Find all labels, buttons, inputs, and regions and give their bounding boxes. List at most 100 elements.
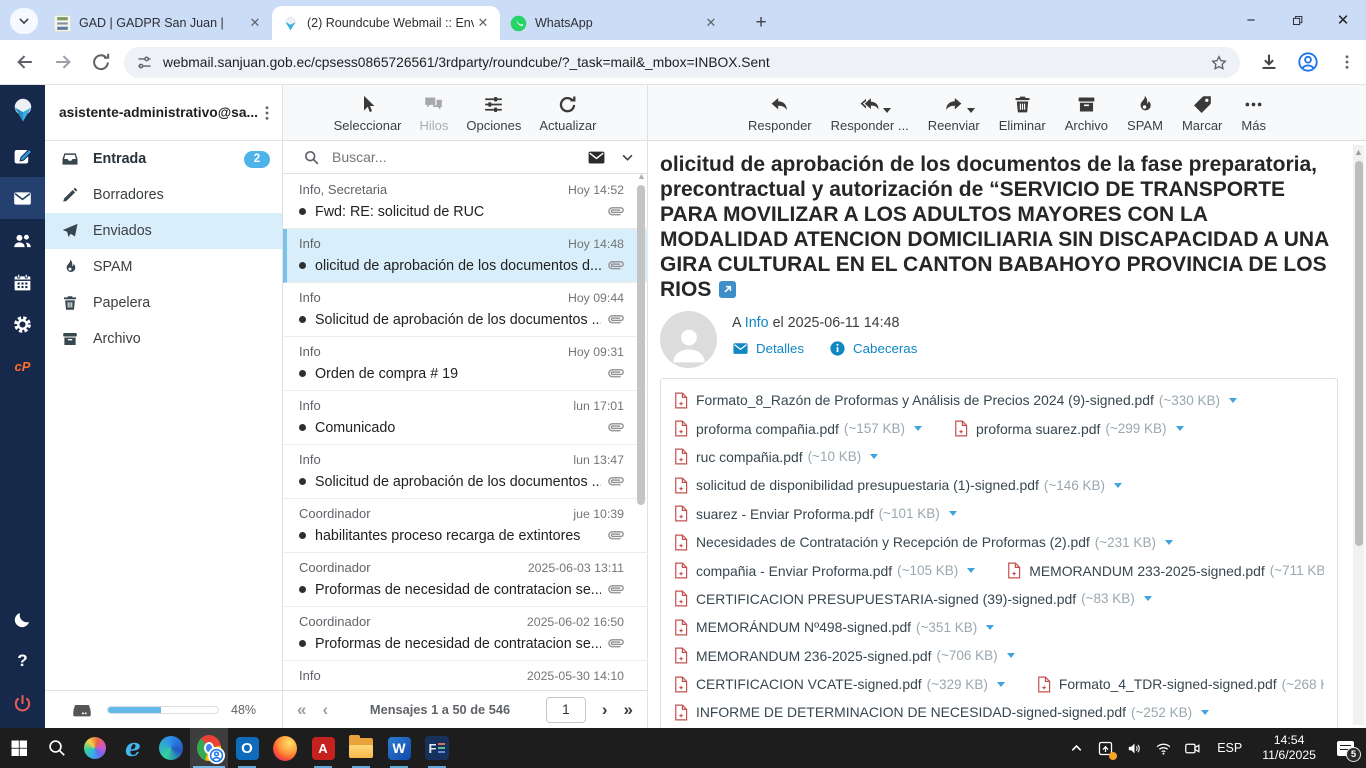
dropdown-caret-icon[interactable] — [883, 107, 892, 113]
attachment-menu-caret-icon[interactable] — [967, 568, 976, 574]
message-row[interactable]: Coordinador 2025-06-03 13:11 Proformas de … — [283, 553, 648, 607]
taskbar-taskbar-search[interactable] — [38, 728, 76, 768]
attachment-file[interactable]: CERTIFICACION VCATE-signed.pdf (~329 KB) — [674, 676, 1005, 693]
sidebar-item-spam[interactable]: SPAM — [45, 249, 282, 285]
sidebar-item-papelera[interactable]: Papelera — [45, 285, 282, 321]
attachment-menu-caret-icon[interactable] — [1143, 596, 1152, 602]
seleccionar-button[interactable]: Seleccionar — [334, 93, 402, 133]
attachment-menu-caret-icon[interactable] — [870, 454, 879, 460]
tab-close-icon[interactable]: ✕ — [702, 14, 720, 32]
tray-update-icon[interactable] — [1093, 735, 1117, 761]
search-input[interactable] — [332, 149, 587, 165]
tab-close-icon[interactable]: ✕ — [246, 14, 264, 32]
taskbar-firefox[interactable] — [266, 728, 304, 768]
message-row[interactable]: Coordinador 2025-06-02 16:50 Proformas de … — [283, 607, 648, 661]
responder-button[interactable]: Responder ... — [831, 93, 909, 133]
browser-tab[interactable]: (2) Roundcube Webmail :: Envia ✕ — [272, 6, 500, 40]
attachment-file[interactable]: MEMORANDUM 236-2025-signed.pdf (~706 KB) — [674, 647, 1015, 664]
pagination-next-button[interactable]: › — [602, 700, 608, 720]
marcar-button[interactable]: Marcar — [1182, 93, 1222, 133]
restore-button[interactable] — [1274, 0, 1320, 40]
attachment-file[interactable]: solicitud de disponibilidad presupuestar… — [674, 477, 1123, 494]
attachment-file[interactable]: compañia - Enviar Proforma.pdf (~105 KB) — [674, 562, 976, 579]
más-button[interactable]: Más — [1241, 93, 1266, 133]
reenviar-button[interactable]: Reenviar — [928, 93, 980, 133]
taskbar-windows-start[interactable] — [0, 728, 38, 768]
sidebar-item-entrada[interactable]: Entrada 2 — [45, 141, 282, 177]
attachment-file[interactable]: Formato_4_TDR-signed-signed.pdf(~268 KB) — [1037, 676, 1324, 693]
close-button[interactable]: ✕ — [1320, 0, 1366, 40]
browser-tab[interactable]: GAD | GADPR San Juan | ✕ — [44, 6, 272, 40]
browser-menu-icon[interactable] — [1338, 53, 1356, 71]
wifi-icon[interactable] — [1151, 735, 1175, 761]
taskbar-chrome[interactable] — [190, 728, 228, 768]
tab-close-icon[interactable]: ✕ — [474, 14, 492, 32]
actualizar-button[interactable]: Actualizar — [539, 93, 596, 133]
attachment-menu-caret-icon[interactable] — [948, 511, 957, 517]
downloads-icon[interactable] — [1258, 51, 1280, 73]
message-row[interactable]: Info lun 17:01 Comunicado — [283, 391, 648, 445]
message-row[interactable]: Info Hoy 09:31 Orden de compra # 19 — [283, 337, 648, 391]
rail-button-compose[interactable] — [0, 135, 45, 177]
site-settings-icon[interactable] — [136, 54, 153, 71]
message-row[interactable]: Info Hoy 14:48 olicitud de aprobación de l… — [283, 229, 648, 283]
sidebar-item-archivo[interactable]: Archivo — [45, 321, 282, 357]
address-bar[interactable]: webmail.sanjuan.gob.ec/cpsess0865726561/… — [124, 47, 1240, 78]
rail-button-dark-mode-moon[interactable] — [0, 598, 45, 640]
new-tab-button[interactable]: + — [748, 10, 774, 36]
reading-scrollbar-thumb[interactable] — [1354, 161, 1363, 546]
attachment-menu-caret-icon[interactable] — [1201, 709, 1210, 715]
opciones-button[interactable]: Opciones — [466, 93, 521, 133]
message-row[interactable]: Coordinador jue 10:39 habilitantes proceso… — [283, 499, 648, 553]
notification-center-button[interactable]: 5 — [1328, 728, 1362, 768]
profile-icon[interactable] — [1297, 51, 1319, 73]
taskbar-copilot[interactable] — [76, 728, 114, 768]
browser-tab[interactable]: WhatsApp ✕ — [500, 6, 728, 40]
attachment-file[interactable]: Formato_8_Razón de Proformas y Análisis … — [674, 392, 1238, 409]
forward-icon[interactable] — [52, 51, 74, 73]
eliminar-button[interactable]: Eliminar — [999, 93, 1046, 133]
taskbar-word[interactable]: W — [380, 728, 418, 768]
rail-button-help[interactable]: ? — [0, 640, 45, 682]
attachment-menu-caret-icon[interactable] — [996, 681, 1005, 687]
attachment-menu-caret-icon[interactable] — [986, 624, 995, 630]
attachment-file[interactable]: suarez - Enviar Proforma.pdf (~101 KB) — [674, 505, 957, 522]
attachment-menu-caret-icon[interactable] — [1164, 539, 1173, 545]
taskbar-faststone[interactable]: F — [418, 728, 456, 768]
message-row[interactable]: Info, Secretaria Hoy 14:52 Fwd: RE: solici… — [283, 175, 648, 229]
rail-button-calendar[interactable] — [0, 261, 45, 303]
reload-icon[interactable] — [90, 51, 112, 73]
rail-button-logout-power[interactable] — [0, 682, 45, 724]
details-link[interactable]: Detalles — [732, 340, 804, 357]
rail-button-settings-gear[interactable] — [0, 303, 45, 345]
dropdown-caret-icon[interactable] — [967, 107, 976, 113]
page-number-input[interactable]: 1 — [545, 696, 586, 723]
message-row[interactable]: Info Hoy 09:44 Solicitud de aprobación de … — [283, 283, 648, 337]
rail-button-mail[interactable] — [0, 177, 45, 219]
attachment-menu-caret-icon[interactable] — [1229, 397, 1238, 403]
sidebar-item-enviados[interactable]: Enviados — [45, 213, 282, 249]
recipient-link[interactable]: Info — [745, 315, 769, 331]
scroll-up-icon[interactable]: ▲ — [637, 171, 646, 181]
archivo-button[interactable]: Archivo — [1065, 93, 1108, 133]
speaker-icon[interactable] — [1122, 735, 1146, 761]
taskbar-internet-explorer[interactable]: e — [114, 728, 152, 768]
rail-button-cpanel[interactable]: cP — [0, 345, 45, 387]
attachment-menu-caret-icon[interactable] — [1114, 482, 1123, 488]
attachment-file[interactable]: proforma suarez.pdf (~299 KB) — [954, 420, 1184, 437]
pagination-prev-button[interactable]: ‹ — [322, 700, 328, 720]
external-link-icon[interactable] — [719, 281, 737, 298]
attachment-file[interactable]: MEMORANDUM 233-2025-signed.pdf (~711 KB) — [1007, 562, 1324, 579]
bookmark-star-icon[interactable] — [1210, 54, 1228, 72]
attachment-menu-caret-icon[interactable] — [1006, 653, 1015, 659]
minimize-button[interactable]: − — [1228, 0, 1274, 40]
attachment-file[interactable]: CERTIFICACION PRESUPUESTARIA-signed (39)… — [674, 590, 1152, 607]
attachment-file[interactable]: MEMORÁNDUM Nº498-signed.pdf (~351 KB) — [674, 619, 995, 636]
headers-link[interactable]: Cabeceras — [829, 340, 917, 357]
account-menu-icon[interactable] — [258, 104, 276, 122]
attachment-menu-caret-icon[interactable] — [914, 426, 923, 432]
rail-button-contacts[interactable] — [0, 219, 45, 261]
reading-scrollbar[interactable]: ▲ — [1353, 145, 1364, 725]
attachment-menu-caret-icon[interactable] — [1175, 426, 1184, 432]
url-text[interactable]: webmail.sanjuan.gob.ec/cpsess0865726561/… — [163, 55, 1210, 70]
